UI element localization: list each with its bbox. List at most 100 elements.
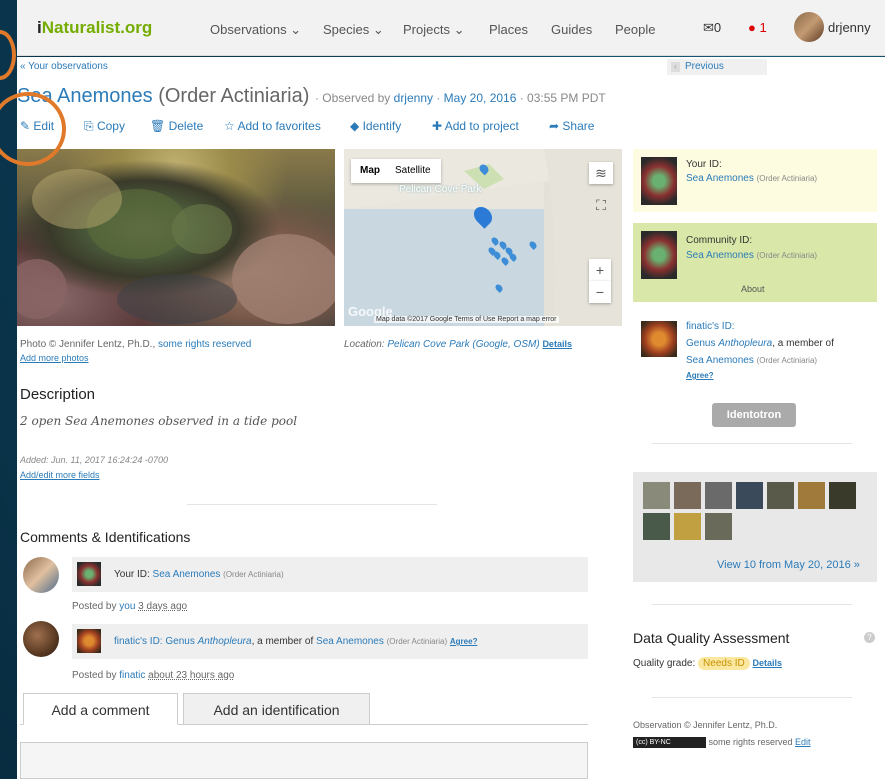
- taxon-link[interactable]: Sea Anemones: [316, 636, 384, 647]
- community-id-card: Community ID: Sea Anemones (Order Actini…: [633, 223, 877, 302]
- observed-date[interactable]: May 20, 2016: [444, 91, 517, 105]
- community-id-label: Community ID:: [686, 235, 753, 246]
- identotron-button[interactable]: Identotron: [712, 403, 796, 427]
- related-thumbnail[interactable]: [829, 482, 856, 509]
- observation-photo[interactable]: [17, 149, 335, 326]
- star-icon: ☆: [224, 119, 235, 133]
- quality-details-link[interactable]: Details: [753, 658, 783, 668]
- photo-detail: [17, 169, 335, 324]
- finatic-id-card: finatic's ID: Genus Anthopleura, a membe…: [633, 315, 877, 385]
- taxon-link[interactable]: Sea Anemones: [686, 355, 754, 366]
- help-icon[interactable]: ?: [864, 632, 875, 643]
- nav-guides[interactable]: Guides: [551, 22, 592, 37]
- nav-observations[interactable]: Observations ⌄: [210, 22, 301, 38]
- related-thumbnail[interactable]: [674, 482, 701, 509]
- rights-link[interactable]: some rights reserved: [158, 339, 251, 350]
- taxon-link[interactable]: Sea Anemones: [686, 173, 754, 184]
- description-heading: Description: [20, 386, 96, 403]
- map-footer: Map data ©2017 Google Terms of Use Repor…: [374, 316, 559, 323]
- user-avatar[interactable]: [794, 12, 824, 42]
- nav-projects[interactable]: Projects ⌄: [403, 22, 464, 38]
- user-link[interactable]: finatic: [119, 670, 145, 681]
- related-thumbnail[interactable]: [674, 513, 701, 540]
- taxon-thumbnail[interactable]: [77, 562, 101, 586]
- nav-places[interactable]: Places: [489, 22, 528, 37]
- taxon-link[interactable]: Sea Anemones: [686, 250, 754, 261]
- license-edit-link[interactable]: Edit: [795, 737, 811, 747]
- comment-textarea[interactable]: [20, 742, 588, 779]
- comment-tabs: Add a comment Add an identification: [20, 693, 588, 725]
- place-link[interactable]: Pelican Cove Park (Google, OSM): [387, 339, 539, 350]
- related-thumbnail[interactable]: [643, 513, 670, 540]
- satellite-tab[interactable]: Satellite: [395, 165, 431, 176]
- edit-fields-link[interactable]: Add/edit more fields: [20, 470, 100, 480]
- taxon-thumbnail[interactable]: [641, 321, 677, 357]
- taxon-link[interactable]: Sea Anemones: [153, 569, 221, 580]
- your-id-label: Your ID:: [686, 159, 722, 170]
- related-thumbnail[interactable]: [643, 482, 670, 509]
- map-type-tabs: Map Satellite: [351, 159, 441, 183]
- share-button[interactable]: ➦ Share: [549, 119, 594, 133]
- add-project-button[interactable]: ✚ Add to project: [432, 119, 519, 133]
- site-logo[interactable]: iNaturalist.org: [37, 18, 152, 38]
- related-thumbnail[interactable]: [705, 482, 732, 509]
- plus-icon: +: [595, 262, 605, 278]
- map-tab[interactable]: Map: [360, 165, 380, 176]
- posted-by: Posted by finatic about 23 hours ago: [72, 670, 235, 681]
- comments-heading: Comments & Identifications: [20, 529, 191, 545]
- plus-icon: ✚: [432, 119, 443, 133]
- observer-link[interactable]: drjenny: [394, 91, 433, 105]
- nav-species[interactable]: Species ⌄: [323, 22, 384, 38]
- quality-grade: Quality grade: Needs ID Details: [633, 657, 783, 670]
- taxon-rank: (Order Actiniaria): [158, 85, 310, 107]
- photo-credit: Photo © Jennifer Lentz, Ph.D., some righ…: [20, 339, 252, 350]
- main-content: « Your observations ‹ Previous Sea Anemon…: [17, 57, 885, 779]
- copy-icon: ⎘: [84, 119, 94, 133]
- tag-icon: ◆: [350, 119, 360, 133]
- cc-license-badge[interactable]: (cc) BY-NC: [633, 737, 706, 749]
- added-date: Added: Jun. 11, 2017 16:24:24 -0700: [20, 455, 168, 465]
- breadcrumb[interactable]: « Your observations: [20, 61, 108, 72]
- notifications-button[interactable]: ● 1: [748, 20, 767, 35]
- add-photos-link[interactable]: Add more photos: [20, 353, 89, 363]
- zoom-in-button[interactable]: +: [589, 259, 611, 281]
- avatar[interactable]: [23, 557, 59, 593]
- speech-bubble-icon: ●: [748, 20, 756, 35]
- identify-button[interactable]: ◆ Identify: [350, 119, 401, 133]
- tab-add-comment[interactable]: Add a comment: [23, 693, 178, 725]
- divider: [652, 604, 852, 605]
- description-text: 2 open Sea Anemones observed in a tide p…: [20, 414, 298, 428]
- layers-button[interactable]: ≋: [589, 162, 613, 184]
- taxon-thumbnail[interactable]: [641, 157, 677, 205]
- view-more-link[interactable]: View 10 from May 20, 2016 »: [717, 559, 860, 571]
- related-thumbnail[interactable]: [767, 482, 794, 509]
- zoom-out-button[interactable]: −: [589, 281, 611, 303]
- user-link[interactable]: you: [119, 601, 135, 612]
- related-thumbnail[interactable]: [705, 513, 732, 540]
- location-map[interactable]: Map Satellite ≋ ⛶ + − Pelican Cove Park …: [344, 149, 622, 326]
- previous-button[interactable]: ‹ Previous: [667, 59, 767, 75]
- license-row: (cc) BY-NC some rights reserved Edit: [633, 737, 811, 749]
- top-nav: iNaturalist.org Observations ⌄ Species ⌄…: [17, 0, 885, 56]
- location-details-link[interactable]: Details: [542, 339, 572, 349]
- divider: [187, 504, 437, 505]
- messages-button[interactable]: ✉0: [703, 20, 721, 36]
- username[interactable]: drjenny: [828, 20, 871, 35]
- add-favorites-button[interactable]: ☆ Add to favorites: [224, 119, 321, 133]
- page-title: Sea Anemones (Order Actiniaria) · Observ…: [17, 85, 606, 107]
- fullscreen-button[interactable]: ⛶: [592, 196, 610, 214]
- delete-button[interactable]: 🗑 Delete: [150, 119, 203, 133]
- agree-link[interactable]: Agree?: [450, 637, 478, 646]
- agree-link[interactable]: Agree?: [686, 371, 714, 380]
- taxon-thumbnail[interactable]: [77, 629, 101, 653]
- about-link[interactable]: About: [741, 284, 765, 294]
- nav-people[interactable]: People: [615, 22, 655, 37]
- location-line: Location: Pelican Cove Park (Google, OSM…: [344, 339, 572, 350]
- tab-add-identification[interactable]: Add an identification: [183, 693, 370, 725]
- copy-button[interactable]: ⎘ Copy: [84, 119, 125, 134]
- related-thumbnail[interactable]: [798, 482, 825, 509]
- avatar[interactable]: [23, 621, 59, 657]
- your-id-card: Your ID: Sea Anemones (Order Actiniaria): [633, 149, 877, 212]
- related-thumbnail[interactable]: [736, 482, 763, 509]
- taxon-thumbnail[interactable]: [641, 231, 677, 279]
